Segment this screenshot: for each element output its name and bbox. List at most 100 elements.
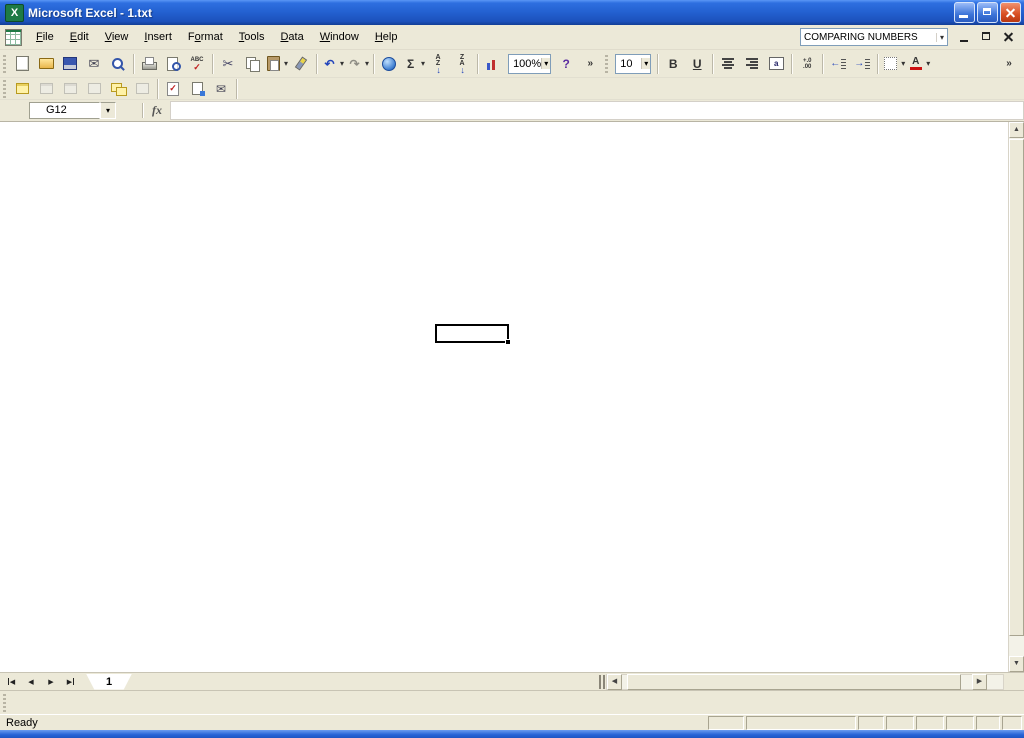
sort-descending-button[interactable]: ZA↓ — [451, 53, 473, 75]
mail-button[interactable]: ✉ — [83, 53, 105, 75]
align-right-button[interactable] — [741, 53, 763, 75]
paste-dropdown-icon[interactable]: ▾ — [284, 59, 288, 68]
borders-dropdown-icon[interactable]: ▾ — [901, 59, 905, 68]
scroll-right-button[interactable]: ▶ — [972, 674, 987, 690]
spelling-icon: ABC✓ — [189, 56, 206, 72]
undo-button[interactable]: ↶▾ — [321, 53, 344, 75]
zoom-box-value[interactable]: 100% — [513, 58, 541, 70]
print-preview-icon — [165, 56, 182, 72]
font-color-dropdown-icon[interactable]: ▾ — [926, 59, 930, 68]
ask-question-box[interactable]: COMPARING NUMBERS ▾ — [800, 28, 948, 46]
toolbar-options-button[interactable]: » — [579, 53, 601, 75]
sort-ascending-button[interactable]: AZ↓ — [427, 53, 449, 75]
active-cell-G12[interactable] — [435, 324, 509, 343]
horizontal-scroll-thumb[interactable] — [627, 674, 961, 690]
minimize-document-button[interactable] — [958, 30, 972, 44]
create-outlook-task-button[interactable]: ✓ — [162, 79, 184, 98]
font-color-button[interactable]: A▾ — [907, 53, 930, 75]
menu-help[interactable]: Help — [367, 28, 406, 46]
align-center-button[interactable] — [717, 53, 739, 75]
first-sheet-icon: ◀ — [10, 678, 15, 686]
scroll-up-button[interactable]: ▲ — [1009, 122, 1024, 138]
menu-insert[interactable]: Insert — [136, 28, 180, 46]
help-button[interactable]: ? — [555, 53, 577, 75]
sheet-tab-1[interactable]: 1 — [86, 674, 132, 690]
standard-toolbar: ✉ABC✓✂▾↶▾↷▾Σ▾AZ↓ZA↓100%▾?» — [10, 50, 602, 77]
font-size-box-dropdown-icon[interactable]: ▾ — [641, 58, 650, 69]
tab-split-handle[interactable] — [599, 675, 605, 689]
borders-button[interactable]: ▾ — [882, 53, 905, 75]
print-preview-button[interactable] — [162, 53, 184, 75]
menu-format[interactable]: Format — [180, 28, 231, 46]
increase-decimal-button[interactable]: +.0.00 — [796, 53, 818, 75]
toolbar-grip[interactable] — [3, 80, 6, 98]
increase-indent-button[interactable]: → — [851, 53, 873, 75]
menu-file[interactable]: File — [28, 28, 62, 46]
font-size-box-button[interactable]: 10 ▾ — [615, 54, 651, 74]
format-painter-button[interactable] — [290, 53, 312, 75]
align-center-icon — [720, 56, 737, 72]
menu-view[interactable]: View — [97, 28, 137, 46]
bold-button[interactable]: B — [662, 53, 684, 75]
undo-dropdown-icon[interactable]: ▾ — [340, 59, 344, 68]
horizontal-scrollbar[interactable]: ◀ ▶ — [606, 674, 1004, 690]
menu-tools[interactable]: Tools — [231, 28, 273, 46]
vertical-scrollbar[interactable]: ▲ ▼ — [1008, 122, 1024, 672]
toolbar-grip[interactable] — [3, 694, 6, 712]
restore-button[interactable] — [977, 2, 998, 23]
cut-button[interactable]: ✂ — [217, 53, 239, 75]
open-folder-button[interactable] — [35, 53, 57, 75]
paste-button[interactable]: ▾ — [265, 53, 288, 75]
close-document-button[interactable] — [1002, 30, 1016, 44]
save-icon — [62, 56, 79, 72]
decrease-indent-button[interactable]: ← — [827, 53, 849, 75]
show-all-comments-button[interactable] — [107, 79, 129, 98]
vertical-scroll-thumb[interactable] — [1009, 139, 1024, 636]
merge-center-button[interactable]: a — [765, 53, 787, 75]
document-window-controls — [958, 30, 1016, 44]
close-button[interactable] — [1000, 2, 1021, 23]
new-comment-button[interactable] — [11, 79, 33, 98]
autosum-dropdown-icon[interactable]: ▾ — [421, 59, 425, 68]
fill-handle[interactable] — [505, 339, 510, 344]
name-box[interactable]: G12 — [29, 102, 100, 119]
toolbar-grip[interactable] — [3, 55, 6, 73]
zoom-box-dropdown-icon[interactable]: ▾ — [541, 58, 550, 69]
toolbar-grip[interactable] — [605, 55, 608, 73]
spelling-button[interactable]: ABC✓ — [186, 53, 208, 75]
scroll-down-button[interactable]: ▼ — [1009, 656, 1024, 672]
previous-sheet-button[interactable]: ◀ — [22, 674, 40, 689]
print-button[interactable] — [138, 53, 160, 75]
underline-button[interactable]: U — [686, 53, 708, 75]
reviewing-toolbar-row: ✓✉ — [0, 78, 1024, 100]
insert-function-button[interactable]: fx — [152, 103, 162, 118]
restore-document-button[interactable] — [980, 30, 994, 44]
ask-question-dropdown-icon[interactable]: ▾ — [936, 33, 947, 42]
menu-window[interactable]: Window — [312, 28, 367, 46]
autosum-icon: Σ — [402, 56, 419, 72]
update-file-button[interactable] — [186, 79, 208, 98]
minimize-button[interactable] — [954, 2, 975, 23]
redo-dropdown-icon[interactable]: ▾ — [365, 59, 369, 68]
window-title: Microsoft Excel - 1.txt — [28, 6, 152, 20]
hyperlink-button[interactable] — [378, 53, 400, 75]
menu-edit[interactable]: Edit — [62, 28, 97, 46]
scroll-left-button[interactable]: ◀ — [607, 674, 622, 690]
delete-comment-icon — [134, 81, 151, 97]
autosum-button[interactable]: Σ▾ — [402, 53, 425, 75]
save-button[interactable] — [59, 53, 81, 75]
name-box-dropdown-icon[interactable]: ▾ — [100, 102, 116, 119]
zoom-box-button[interactable]: 100%▾ — [508, 54, 551, 74]
formula-input[interactable] — [170, 101, 1024, 120]
chart-wizard-button[interactable] — [482, 53, 504, 75]
menu-data[interactable]: Data — [272, 28, 311, 46]
font-size-box-value[interactable]: 10 — [620, 58, 632, 70]
first-sheet-button[interactable]: ◀ — [2, 674, 20, 689]
mail-recipient-button[interactable]: ✉ — [210, 79, 232, 98]
next-sheet-button[interactable]: ▶ — [42, 674, 60, 689]
toolbar-options-2-button[interactable]: » — [998, 53, 1020, 75]
copy-button[interactable] — [241, 53, 263, 75]
new-document-button[interactable] — [11, 53, 33, 75]
last-sheet-button[interactable]: ▶ — [62, 674, 80, 689]
search-button[interactable] — [107, 53, 129, 75]
